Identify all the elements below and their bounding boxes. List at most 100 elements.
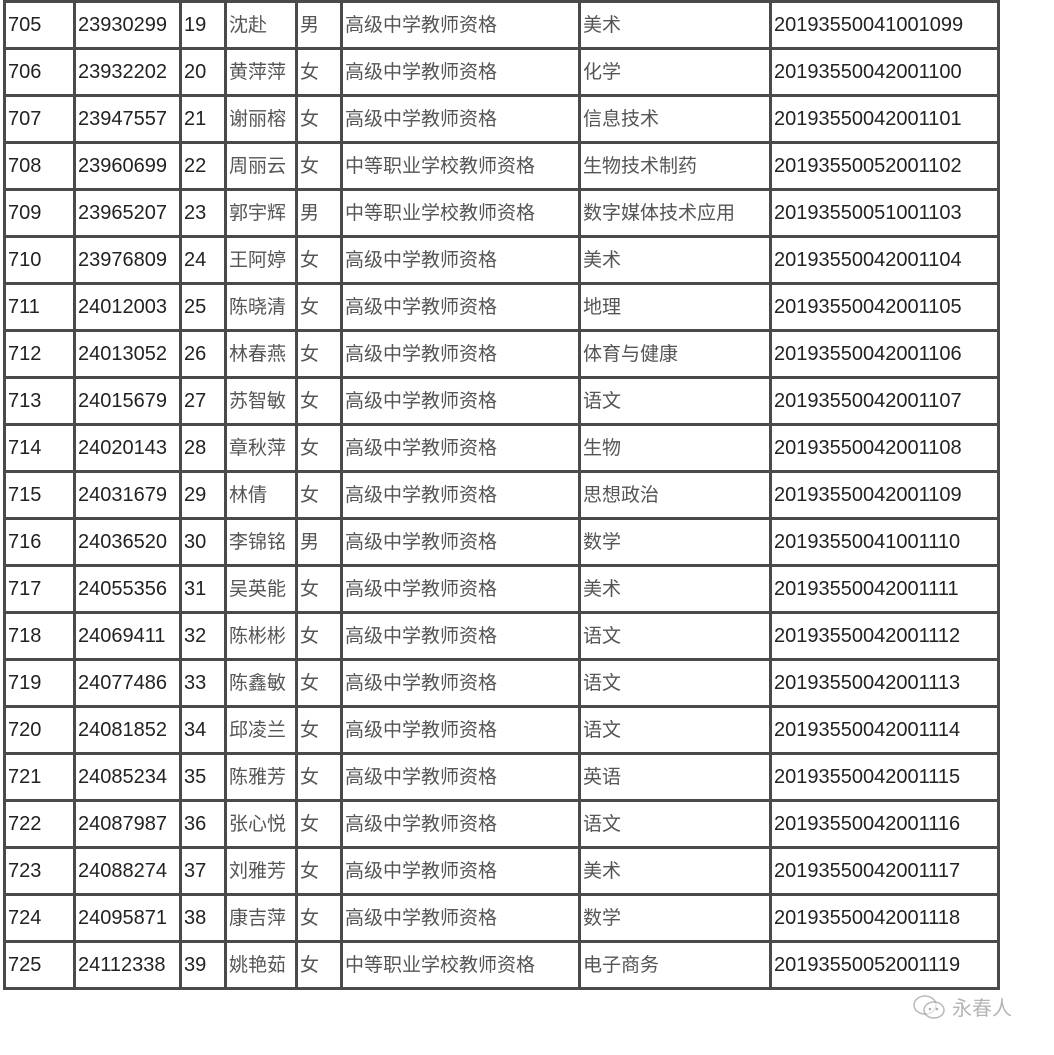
cell-cert-type: 高级中学教师资格: [340, 470, 578, 517]
cell-subject: 美术: [578, 0, 769, 47]
cell-cert-no: 20193550041001110: [769, 517, 1000, 564]
cell-name: 陈雅芳: [224, 752, 295, 799]
cell-cert-no: 20193550052001102: [769, 141, 1000, 188]
cell-cert-no: 20193550042001101: [769, 94, 1000, 141]
cell-subject: 电子商务: [578, 940, 769, 990]
cell-no: 21: [179, 94, 224, 141]
cell-seq: 723: [3, 846, 73, 893]
cell-name: 周丽云: [224, 141, 295, 188]
cell-cert-no: 20193550042001109: [769, 470, 1000, 517]
cell-seq: 720: [3, 705, 73, 752]
cell-cert-no: 20193550042001118: [769, 893, 1000, 940]
cell-exam-id: 23960699: [73, 141, 179, 188]
cell-seq: 724: [3, 893, 73, 940]
cell-name: 苏智敏: [224, 376, 295, 423]
cell-cert-type: 高级中学教师资格: [340, 376, 578, 423]
cell-cert-type: 高级中学教师资格: [340, 94, 578, 141]
cell-seq: 705: [3, 0, 73, 47]
cell-seq: 713: [3, 376, 73, 423]
cell-seq: 709: [3, 188, 73, 235]
wechat-icon: [913, 994, 945, 1019]
table-body: 705 23930299 19 沈赴男高级中学教师资格 美术 20193550041001…: [3, 0, 1000, 990]
table-row: 715 24031679 29 林倩女高级中学教师资格 思想政治 201935500420…: [3, 470, 1000, 517]
cell-name: 陈鑫敏: [224, 658, 295, 705]
cell-name: 谢丽榕: [224, 94, 295, 141]
cell-cert-type: 高级中学教师资格: [340, 799, 578, 846]
cell-subject: 数学: [578, 893, 769, 940]
cell-subject: 信息技术: [578, 94, 769, 141]
cell-cert-no: 20193550042001106: [769, 329, 1000, 376]
table-row: 714 24020143 28 章秋萍女高级中学教师资格 生物 2019355004200…: [3, 423, 1000, 470]
cell-no: 37: [179, 846, 224, 893]
cell-no: 34: [179, 705, 224, 752]
cell-no: 36: [179, 799, 224, 846]
cell-name: 邱凌兰: [224, 705, 295, 752]
cell-no: 19: [179, 0, 224, 47]
cell-gender: 女: [295, 705, 340, 752]
cell-exam-id: 24112338: [73, 940, 179, 990]
cell-exam-id: 23930299: [73, 0, 179, 47]
cell-gender: 女: [295, 564, 340, 611]
table-row: 720 24081852 34 邱凌兰女高级中学教师资格 语文 2019355004200…: [3, 705, 1000, 752]
cell-gender: 女: [295, 47, 340, 94]
cell-subject: 地理: [578, 282, 769, 329]
cell-gender: 女: [295, 376, 340, 423]
cell-gender: 女: [295, 423, 340, 470]
cell-gender: 女: [295, 893, 340, 940]
cell-no: 28: [179, 423, 224, 470]
cell-subject: 语文: [578, 376, 769, 423]
cell-cert-no: 20193550052001119: [769, 940, 1000, 990]
cell-gender: 男: [295, 188, 340, 235]
cell-exam-id: 24020143: [73, 423, 179, 470]
cell-name: 姚艳茹: [224, 940, 295, 990]
cell-subject: 语文: [578, 611, 769, 658]
cell-subject: 体育与健康: [578, 329, 769, 376]
cell-cert-type: 高级中学教师资格: [340, 611, 578, 658]
cell-cert-no: 20193550042001104: [769, 235, 1000, 282]
cell-subject: 英语: [578, 752, 769, 799]
cell-cert-no: 20193550042001108: [769, 423, 1000, 470]
cell-no: 20: [179, 47, 224, 94]
cell-cert-type: 高级中学教师资格: [340, 893, 578, 940]
cell-seq: 707: [3, 94, 73, 141]
cell-cert-type: 高级中学教师资格: [340, 329, 578, 376]
cell-name: 章秋萍: [224, 423, 295, 470]
cell-name: 林倩: [224, 470, 295, 517]
cell-name: 陈彬彬: [224, 611, 295, 658]
cell-seq: 706: [3, 47, 73, 94]
table-row: 712 24013052 26 林春燕女高级中学教师资格 体育与健康 2019355004…: [3, 329, 1000, 376]
cell-name: 王阿婷: [224, 235, 295, 282]
table-row: 717 24055356 31 吴英能女高级中学教师资格 美术 2019355004200…: [3, 564, 1000, 611]
cell-subject: 数字媒体技术应用: [578, 188, 769, 235]
cell-seq: 718: [3, 611, 73, 658]
cell-cert-type: 高级中学教师资格: [340, 846, 578, 893]
cell-seq: 716: [3, 517, 73, 564]
cell-name: 陈晓清: [224, 282, 295, 329]
cell-no: 23: [179, 188, 224, 235]
watermark: 永春人: [912, 992, 1012, 1021]
cell-cert-no: 20193550042001116: [769, 799, 1000, 846]
table-row: 707 23947557 21 谢丽榕女高级中学教师资格 信息技术 20193550042…: [3, 94, 1000, 141]
cell-cert-no: 20193550042001112: [769, 611, 1000, 658]
cell-no: 31: [179, 564, 224, 611]
table-row: 725 24112338 39 姚艳茹女中等职业学校教师资格 电子商务 201935500…: [3, 940, 1000, 990]
cell-no: 32: [179, 611, 224, 658]
cell-seq: 721: [3, 752, 73, 799]
cell-name: 张心悦: [224, 799, 295, 846]
cell-gender: 女: [295, 329, 340, 376]
cell-cert-no: 20193550042001100: [769, 47, 1000, 94]
cell-exam-id: 24012003: [73, 282, 179, 329]
cell-exam-id: 24036520: [73, 517, 179, 564]
cell-no: 24: [179, 235, 224, 282]
cell-cert-type: 高级中学教师资格: [340, 517, 578, 564]
cell-cert-type: 高级中学教师资格: [340, 705, 578, 752]
cell-cert-type: 高级中学教师资格: [340, 564, 578, 611]
cell-cert-type: 高级中学教师资格: [340, 235, 578, 282]
cell-subject: 语文: [578, 705, 769, 752]
cell-cert-no: 20193550042001117: [769, 846, 1000, 893]
table-row: 722 24087987 36 张心悦女高级中学教师资格 语文 2019355004200…: [3, 799, 1000, 846]
cell-gender: 女: [295, 846, 340, 893]
cell-no: 39: [179, 940, 224, 990]
table-row: 718 24069411 32 陈彬彬女高级中学教师资格 语文 2019355004200…: [3, 611, 1000, 658]
cell-no: 29: [179, 470, 224, 517]
